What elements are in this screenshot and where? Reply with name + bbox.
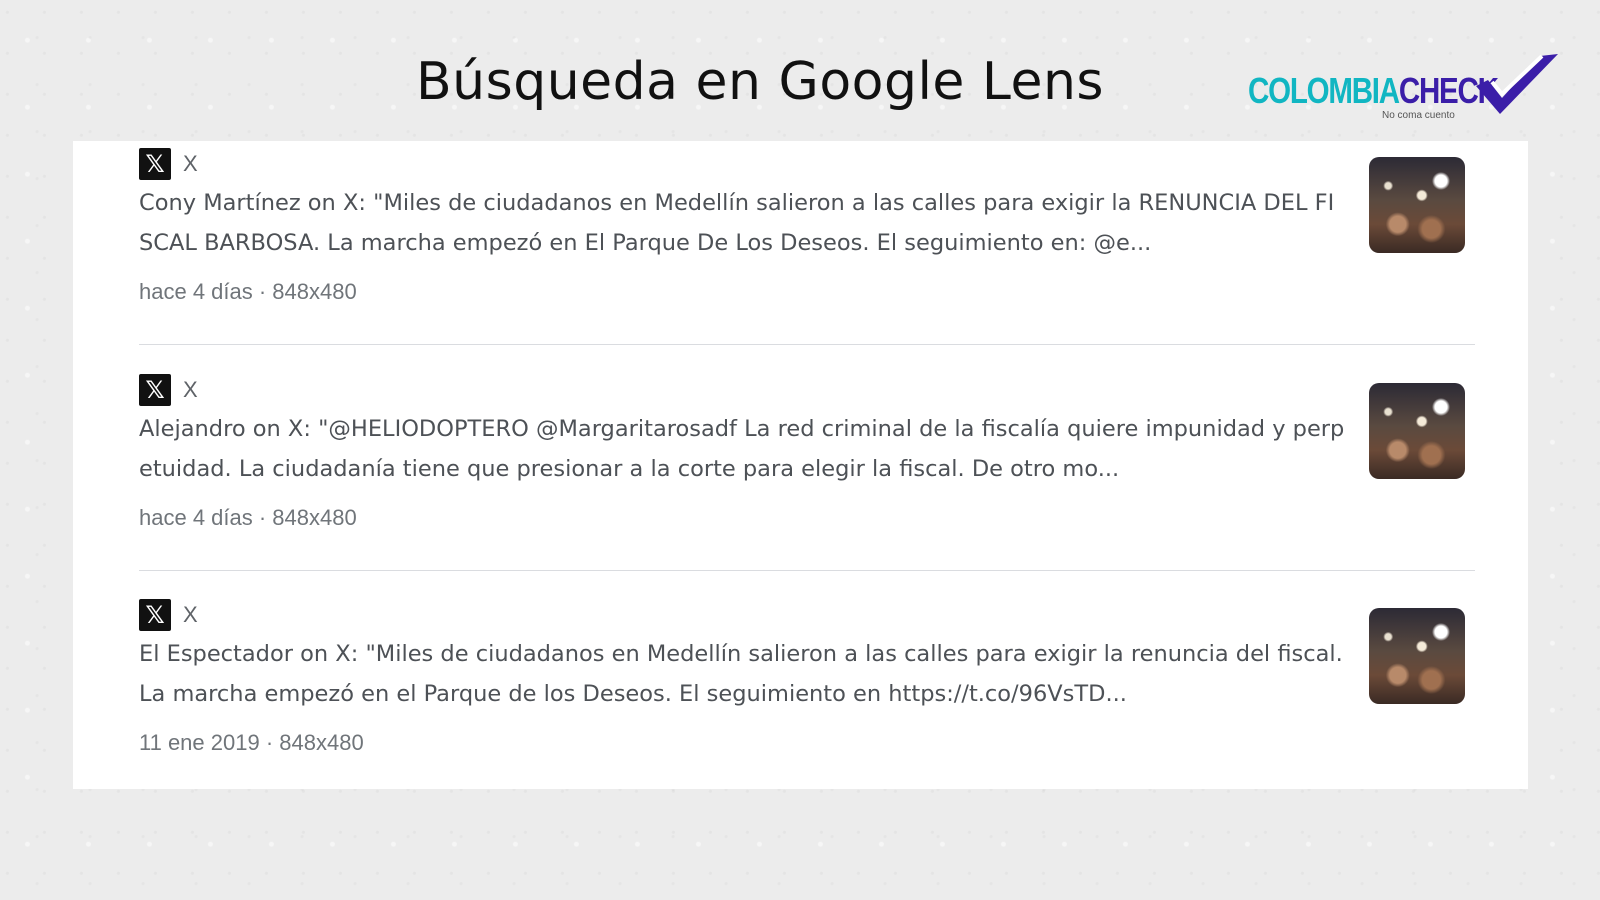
logo-tagline: No coma cuento	[1382, 110, 1455, 121]
x-logo-icon: 𝕏	[139, 599, 171, 631]
result-divider	[139, 570, 1475, 571]
result-source[interactable]: 𝕏 X	[139, 147, 198, 181]
result-headline[interactable]: Cony Martínez on X: "Miles de ciudadanos…	[139, 183, 1347, 263]
logo-text-colombia: COLOMBIA	[1248, 70, 1400, 111]
result-source[interactable]: 𝕏 X	[139, 373, 198, 407]
x-logo-icon: 𝕏	[139, 374, 171, 406]
result-meta: hace 4 días · 848x480	[139, 279, 357, 304]
result-headline[interactable]: Alejandro on X: "@HELIODOPTERO @Margarit…	[139, 409, 1347, 489]
result-headline[interactable]: El Espectador on X: "Miles de ciudadanos…	[139, 634, 1347, 714]
colombiacheck-logo: COLOMBIACHECK No coma cuento	[1248, 48, 1568, 128]
result-source[interactable]: 𝕏 X	[139, 598, 198, 632]
results-panel: 𝕏 X Cony Martínez on X: "Miles de ciudad…	[73, 141, 1528, 789]
result-thumbnail[interactable]	[1369, 157, 1465, 253]
checkmark-icon	[1476, 54, 1558, 114]
result-meta: 11 ene 2019 · 848x480	[139, 730, 364, 755]
source-label: X	[183, 151, 198, 176]
result-divider	[139, 344, 1475, 345]
result-thumbnail[interactable]	[1369, 383, 1465, 479]
source-label: X	[183, 377, 198, 402]
result-thumbnail[interactable]	[1369, 608, 1465, 704]
source-label: X	[183, 602, 198, 627]
result-meta: hace 4 días · 848x480	[139, 505, 357, 530]
x-logo-icon: 𝕏	[139, 148, 171, 180]
